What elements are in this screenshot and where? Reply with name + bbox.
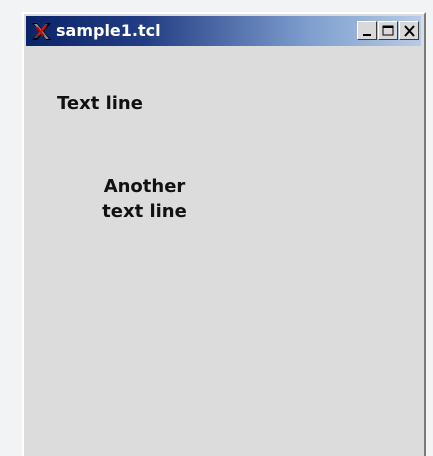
minimize-button[interactable] [357,21,377,40]
window-content: Text line Another text line [24,46,424,456]
maximize-button[interactable] [378,21,398,40]
title-bar[interactable]: sample1.tcl [26,16,421,46]
x-logo-icon[interactable] [30,21,53,42]
application-window: sample1.tcl Text line Another text line [22,12,426,456]
maximize-icon [382,25,394,36]
window-controls [356,21,419,40]
text-line-label: Text line [57,93,143,114]
close-icon [404,25,415,37]
another-text-line-label: Another text line [102,176,187,222]
minimize-icon [363,34,371,36]
window-title: sample1.tcl [56,21,161,40]
close-button[interactable] [399,21,419,40]
